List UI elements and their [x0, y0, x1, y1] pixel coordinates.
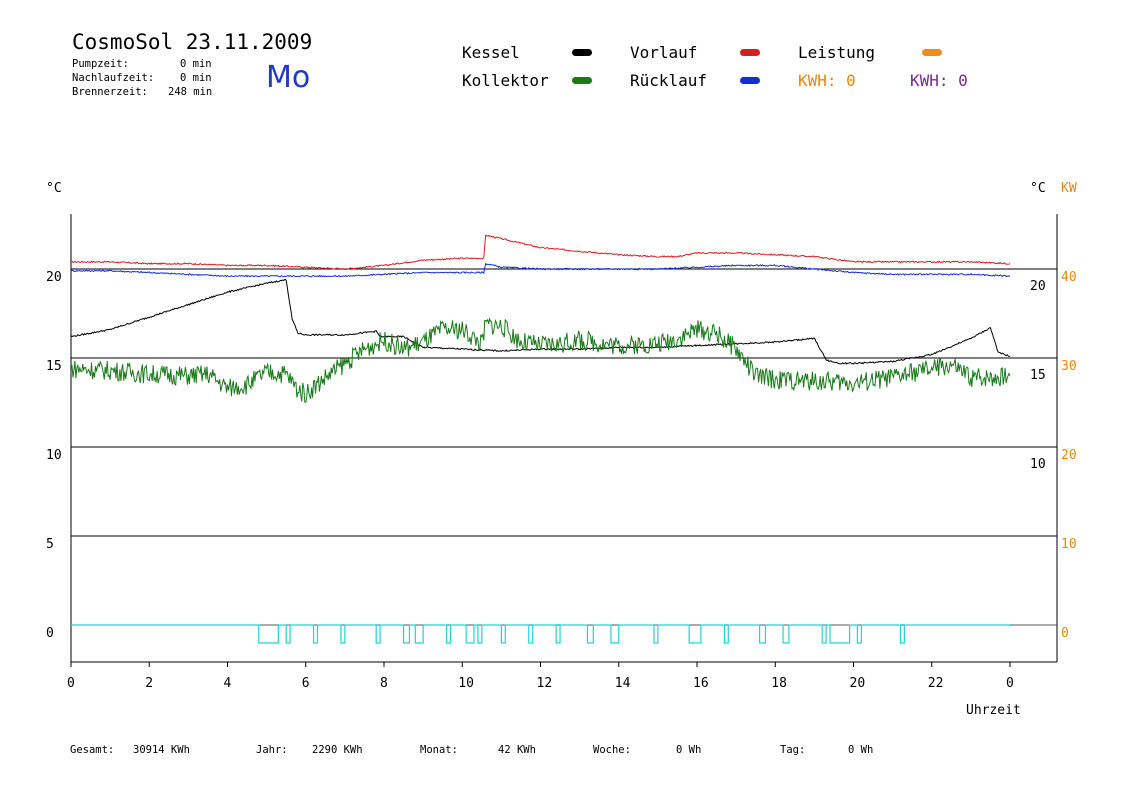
temperature-chart: 0 5 10 15 20 °C 10 15 20 °C 0 10 20 30 40 KW 0 2 4 6 8 10 12 14… — [46, 181, 1077, 718]
y-axis-right-temp-unit: °C — [1030, 181, 1046, 196]
x-tick-12: 0 — [1006, 676, 1014, 691]
y-tick-left-10: 10 — [46, 448, 62, 463]
y-tick-right-kw-30: 30 — [1061, 359, 1077, 374]
x-tick-11: 22 — [928, 676, 944, 691]
footer-tag-value: 0 Wh — [848, 744, 874, 756]
series-line-vorlauf — [71, 234, 1011, 271]
y-tick-left-20: 20 — [46, 270, 62, 285]
y-tick-right-kw-10: 10 — [1061, 537, 1077, 552]
x-axis-label: Uhrzeit — [966, 703, 1021, 718]
x-tick-6: 12 — [537, 676, 553, 691]
footer-tag-label: Tag: — [780, 744, 806, 756]
x-tick-3: 6 — [302, 676, 310, 691]
series-line-ruecklauf — [70, 262, 1011, 278]
footer-gesamt-value: 30914 KWh — [133, 744, 190, 756]
x-tick-9: 18 — [771, 676, 787, 691]
footer-monat-label: Monat: — [420, 744, 458, 756]
footer-monat-value: 42 KWh — [498, 744, 536, 756]
y-tick-left-0: 0 — [46, 626, 54, 641]
y-tick-left-5: 5 — [46, 537, 54, 552]
y-tick-right-temp-15: 15 — [1030, 368, 1046, 383]
y-tick-right-temp-20: 20 — [1030, 279, 1046, 294]
x-tick-10: 20 — [850, 676, 866, 691]
footer-woche-label: Woche: — [593, 744, 631, 756]
pump-signal-line — [71, 624, 1010, 644]
footer-gesamt-label: Gesamt: — [70, 744, 115, 756]
footer-jahr-value: 2290 KWh — [312, 744, 363, 756]
x-tick-4: 8 — [380, 676, 388, 691]
x-tick-0: 0 — [67, 676, 75, 691]
series-line-kessel — [70, 278, 1011, 365]
y-tick-right-kw-40: 40 — [1061, 270, 1077, 285]
footer-woche-value: 0 Wh — [676, 744, 702, 756]
footer-jahr-label: Jahr: — [256, 744, 288, 756]
series-line-kollektor — [70, 317, 1011, 403]
y-tick-right-kw-20: 20 — [1061, 448, 1077, 463]
y-tick-right-temp-10: 10 — [1030, 457, 1046, 472]
x-tick-8: 16 — [693, 676, 709, 691]
y-tick-right-kw-0: 0 — [1061, 626, 1069, 641]
y-axis-right-kw-unit: KW — [1061, 181, 1077, 196]
x-tick-5: 10 — [458, 676, 474, 691]
y-axis-left-unit: °C — [46, 181, 62, 196]
y-tick-left-15: 15 — [46, 359, 62, 374]
x-tick-1: 2 — [145, 676, 153, 691]
x-tick-7: 14 — [615, 676, 631, 691]
x-tick-2: 4 — [224, 676, 232, 691]
